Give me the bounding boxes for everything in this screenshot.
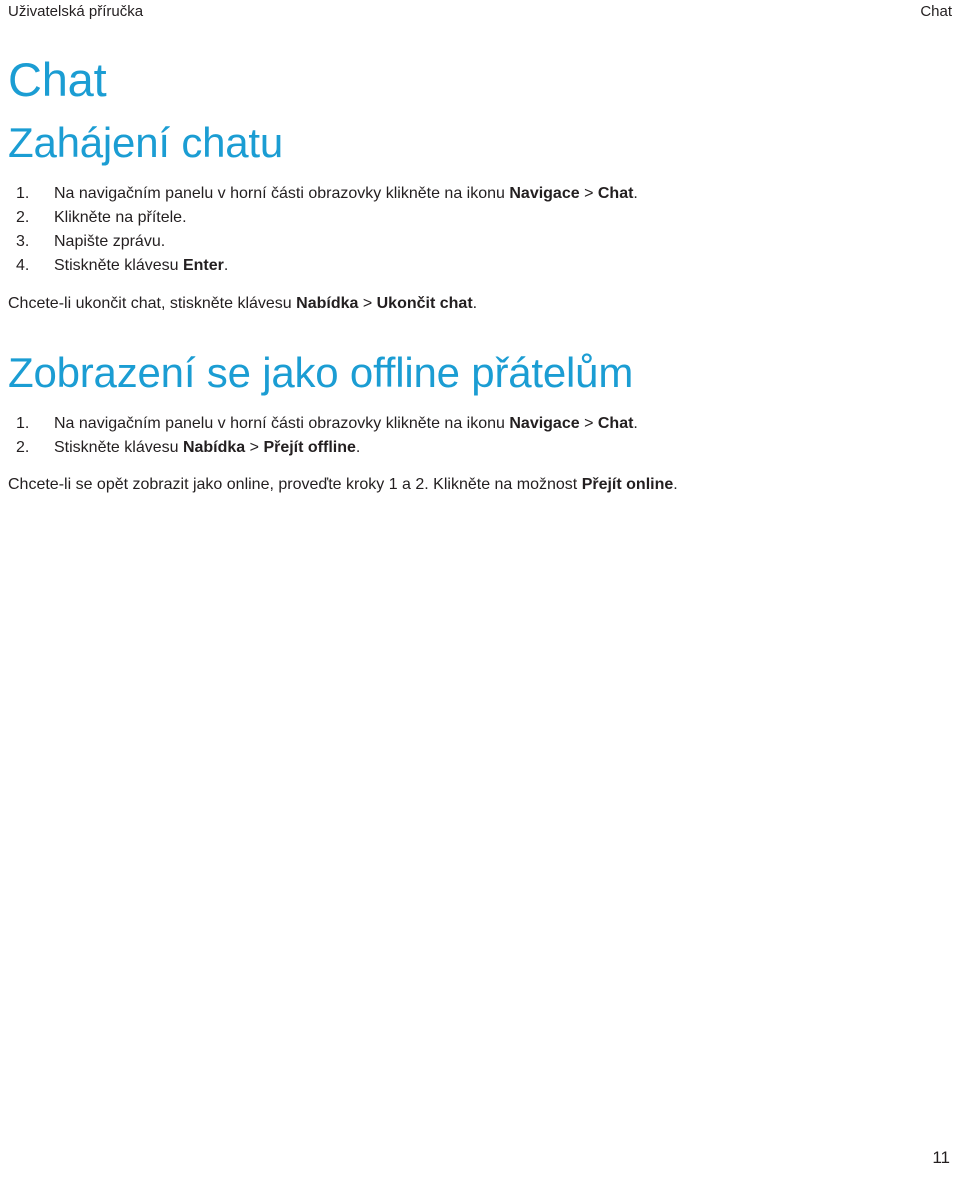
- text-run: Stiskněte klávesu: [54, 257, 183, 274]
- emphasis-term: Ukončit chat: [376, 295, 473, 312]
- emphasis-term: Nabídka: [296, 295, 359, 312]
- step-list-start-chat: Na navigačním panelu v horní části obraz…: [8, 182, 748, 278]
- emphasis-term: Enter: [182, 257, 224, 274]
- text-run: Klikněte na přítele.: [54, 209, 187, 226]
- text-run: .: [673, 476, 678, 493]
- text-run: Na navigačním panelu v horní části obraz…: [54, 185, 510, 202]
- list-item: Klikněte na přítele.: [8, 206, 748, 230]
- text-run: Stiskněte klávesu: [54, 439, 183, 456]
- text-run: >: [245, 439, 264, 456]
- note-appear-online: Chcete-li se opět zobrazit jako online, …: [8, 473, 748, 497]
- text-run: >: [579, 185, 598, 202]
- section-heading-start-chat: Zahájení chatu: [8, 119, 284, 166]
- list-item: Stiskněte klávesu Nabídka > Přejít offli…: [8, 436, 748, 460]
- emphasis-term: Přejít offline: [263, 439, 356, 456]
- list-item: Stiskněte klávesu Enter.: [8, 254, 748, 278]
- content-column: Chat Zahájení chatu Na navigačním panelu…: [8, 52, 748, 497]
- emphasis-term: Navigace: [509, 185, 580, 202]
- text-run: Chcete-li se opět zobrazit jako online, …: [8, 476, 582, 493]
- text-run: >: [358, 295, 377, 312]
- step-list-appear-offline: Na navigačním panelu v horní části obraz…: [8, 412, 748, 460]
- document-page: Uživatelská příručka Chat Chat Zahájení …: [0, 0, 960, 1186]
- text-run: Chcete-li ukončit chat, stiskněte kláves…: [8, 295, 297, 312]
- text-run: Napište zprávu.: [54, 233, 166, 250]
- emphasis-term: Navigace: [509, 415, 580, 432]
- emphasis-term: Chat: [597, 415, 634, 432]
- emphasis-term: Chat: [597, 185, 634, 202]
- section-heading-appear-offline: Zobrazení se jako offline přátelům: [8, 349, 634, 396]
- emphasis-term: Přejít online: [581, 476, 674, 493]
- note-end-chat: Chcete-li ukončit chat, stiskněte kláves…: [8, 292, 748, 316]
- page-title: Chat: [8, 53, 107, 106]
- page-number: 11: [932, 1148, 950, 1167]
- text-run: .: [223, 257, 229, 274]
- text-run: .: [633, 415, 638, 432]
- text-run: .: [355, 439, 361, 456]
- text-run: .: [633, 185, 638, 202]
- list-item: Napište zprávu.: [8, 230, 748, 254]
- list-item: Na navigačním panelu v horní části obraz…: [8, 182, 748, 206]
- text-run: >: [579, 415, 598, 432]
- text-run: .: [472, 295, 478, 312]
- running-header: Uživatelská příručka Chat: [0, 0, 960, 30]
- list-item: Na navigačním panelu v horní části obraz…: [8, 412, 748, 436]
- text-run: Na navigačním panelu v horní části obraz…: [54, 415, 510, 432]
- running-header-left: Uživatelská příručka: [8, 3, 144, 20]
- emphasis-term: Nabídka: [182, 439, 246, 456]
- running-header-right: Chat: [920, 3, 952, 20]
